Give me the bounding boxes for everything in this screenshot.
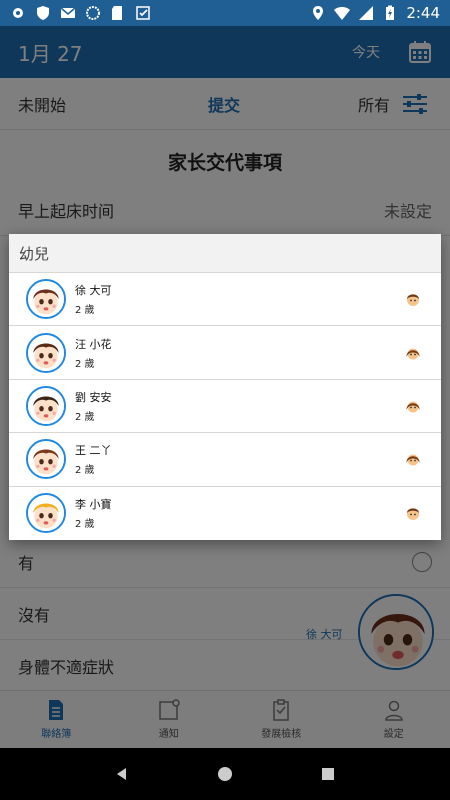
child-list-item[interactable]: 李 小寶 2 歲 <box>9 487 441 540</box>
sd-card-icon <box>112 6 122 20</box>
gear-icon <box>13 8 23 18</box>
child-info: 王 二丫 2 歲 <box>75 442 112 476</box>
girl-icon <box>405 345 421 361</box>
child-list: 徐 大可 2 歲汪 小花 2 歲劉 安安 2 歲王 二丫 2 歲李 小寶 2 歲 <box>9 273 441 540</box>
child-list-item[interactable]: 劉 安安 2 歲 <box>9 380 441 434</box>
sync-icon <box>86 6 100 20</box>
wifi-icon <box>334 7 351 20</box>
child-age: 2 歲 <box>75 465 95 477</box>
child-face-icon <box>28 281 64 318</box>
child-avatar <box>26 385 66 426</box>
child-name: 李 小寶 <box>75 498 112 512</box>
child-list-item[interactable]: 徐 大可 2 歲 <box>9 273 441 327</box>
child-name: 汪 小花 <box>75 337 112 351</box>
home-icon[interactable] <box>217 766 233 782</box>
signal-icon <box>359 6 374 20</box>
recents-icon[interactable] <box>320 766 336 782</box>
mail-icon <box>60 7 76 18</box>
child-face-icon <box>28 334 64 371</box>
child-info: 李 小寶 2 歲 <box>75 496 112 530</box>
child-list-item[interactable]: 王 二丫 2 歲 <box>9 433 441 487</box>
child-name: 徐 大可 <box>75 284 112 298</box>
shield-icon <box>37 6 49 20</box>
child-age: 2 歲 <box>75 305 95 317</box>
battery-icon <box>386 5 395 20</box>
back-icon[interactable] <box>114 766 130 782</box>
status-time: 2:44 <box>406 4 440 22</box>
child-avatar <box>26 279 66 320</box>
child-name: 劉 安安 <box>75 390 112 404</box>
child-face-icon <box>28 441 64 478</box>
child-avatar <box>26 332 66 373</box>
child-picker-dialog: 幼兒 徐 大可 2 歲汪 小花 2 歲劉 安安 2 歲王 二丫 2 歲李 小寶 2 歲 <box>9 234 441 540</box>
child-face-icon <box>28 495 64 532</box>
location-icon <box>313 6 324 20</box>
child-face-icon <box>28 387 64 424</box>
child-info: 汪 小花 2 歲 <box>75 336 112 370</box>
girl-icon <box>405 398 421 414</box>
child-age: 2 歲 <box>75 519 95 531</box>
dialog-title: 幼兒 <box>9 234 441 273</box>
boy-icon <box>405 505 421 521</box>
child-info: 劉 安安 2 歲 <box>75 389 112 423</box>
child-info: 徐 大可 2 歲 <box>75 282 112 316</box>
status-bar: 2:44 <box>0 0 450 26</box>
checklist-icon <box>136 6 150 20</box>
child-age: 2 歲 <box>75 358 95 370</box>
child-name: 王 二丫 <box>75 444 112 458</box>
android-nav-bar <box>0 748 450 800</box>
child-age: 2 歲 <box>75 411 95 423</box>
child-avatar <box>26 439 66 480</box>
girl-icon <box>405 451 421 467</box>
boy-icon <box>405 291 421 307</box>
child-list-item[interactable]: 汪 小花 2 歲 <box>9 326 441 380</box>
child-avatar <box>26 493 66 534</box>
